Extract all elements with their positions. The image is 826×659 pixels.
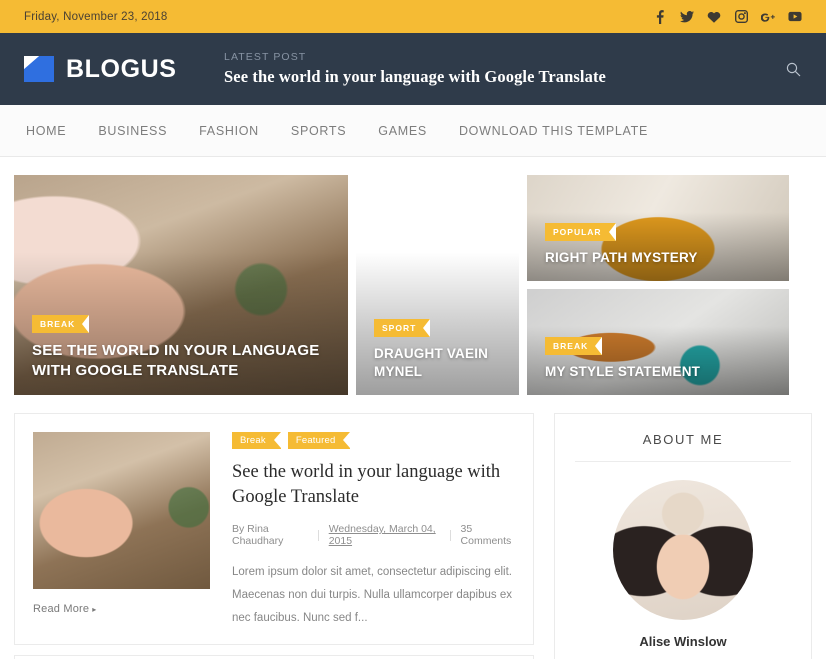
post-card-next — [14, 655, 534, 659]
featured-title-third[interactable]: RIGHT PATH MYSTERY — [545, 249, 771, 267]
social-links — [653, 9, 802, 24]
main-nav: HOME BUSINESS FASHION SPORTS GAMES DOWNL… — [0, 105, 826, 157]
post-thumb-column: Read More ▸ — [33, 432, 210, 630]
nav-item-home[interactable]: HOME — [26, 124, 66, 138]
latest-post-title[interactable]: See the world in your language with Goog… — [224, 67, 606, 87]
featured-card-primary[interactable]: BREAK SEE THE WORLD IN YOUR LANGUAGE WIT… — [14, 175, 348, 395]
featured-card-fourth[interactable]: BREAK MY STYLE STATEMENT — [527, 289, 789, 395]
post-title[interactable]: See the world in your language with Goog… — [232, 460, 515, 509]
latest-post-label: LATEST POST — [224, 51, 307, 63]
featured-tag-third[interactable]: POPULAR — [545, 222, 616, 241]
nav-item-fashion[interactable]: FASHION — [199, 124, 259, 138]
brand-name: BLOGUS — [66, 54, 177, 83]
site-header: BLOGUS LATEST POST See the world in your… — [0, 33, 826, 105]
post-content: Break Featured See the world in your lan… — [232, 432, 515, 630]
twitter-icon[interactable] — [680, 10, 694, 24]
featured-tag-fourth[interactable]: BREAK — [545, 336, 603, 355]
featured-title-fourth[interactable]: MY STYLE STATEMENT — [545, 363, 771, 381]
post-card: Read More ▸ Break Featured See the world … — [14, 413, 534, 646]
featured-body-secondary: SPORT DRAUGHT VAEIN MYNEL — [356, 318, 519, 395]
brand-logo[interactable]: BLOGUS — [24, 55, 196, 84]
nav-item-business[interactable]: BUSINESS — [98, 124, 167, 138]
post-label-break[interactable]: Break — [232, 432, 281, 449]
post-labels: Break Featured — [232, 432, 515, 449]
facebook-icon[interactable] — [653, 9, 667, 24]
latest-post-block: LATEST POST See the world in your langua… — [224, 51, 606, 87]
nav-item-sports[interactable]: SPORTS — [291, 124, 346, 138]
featured-tag-secondary[interactable]: SPORT — [374, 318, 431, 337]
featured-slider: BREAK SEE THE WORLD IN YOUR LANGUAGE WIT… — [0, 157, 826, 395]
author-name: Alise Winslow — [639, 634, 727, 649]
about-me-widget: ABOUT ME Alise Winslow — [554, 413, 812, 659]
sidebar: ABOUT ME Alise Winslow — [554, 413, 812, 659]
featured-body-primary: BREAK SEE THE WORLD IN YOUR LANGUAGE WIT… — [14, 314, 348, 396]
google-plus-icon[interactable] — [761, 10, 775, 24]
instagram-icon[interactable] — [734, 10, 748, 24]
featured-column: POPULAR RIGHT PATH MYSTERY BREAK MY STYL… — [527, 175, 789, 395]
current-date: Friday, November 23, 2018 — [24, 10, 168, 23]
post-label-featured[interactable]: Featured — [287, 432, 351, 449]
read-more-label: Read More — [33, 603, 90, 615]
post-thumbnail[interactable] — [33, 432, 210, 589]
post-comment-count[interactable]: 35 Comments — [461, 523, 515, 547]
content-wrapper: Read More ▸ Break Featured See the world … — [0, 395, 826, 659]
read-more-arrow-icon: ▸ — [92, 605, 97, 614]
post-excerpt: Lorem ipsum dolor sit amet, consectetur … — [232, 566, 512, 625]
top-bar: Friday, November 23, 2018 — [0, 0, 826, 33]
post-date[interactable]: Wednesday, March 04, 2015 — [329, 523, 440, 547]
featured-card-third[interactable]: POPULAR RIGHT PATH MYSTERY — [527, 175, 789, 281]
about-me-title: ABOUT ME — [575, 432, 791, 462]
meta-divider — [317, 529, 319, 541]
nav-item-download-template[interactable]: DOWNLOAD THIS TEMPLATE — [459, 124, 648, 138]
heart-icon[interactable] — [707, 10, 721, 24]
featured-title-secondary[interactable]: DRAUGHT VAEIN MYNEL — [374, 345, 501, 381]
featured-tag-primary[interactable]: BREAK — [32, 314, 90, 333]
youtube-icon[interactable] — [788, 10, 802, 24]
main-column: Read More ▸ Break Featured See the world … — [14, 413, 534, 659]
read-more-link[interactable]: Read More ▸ — [33, 603, 210, 615]
featured-title-primary[interactable]: SEE THE WORLD IN YOUR LANGUAGE WITH GOOG… — [32, 341, 330, 382]
post-author: By Rina Chaudhary — [232, 523, 284, 548]
post-meta: By Rina Chaudhary Wednesday, March 04, 2… — [232, 523, 515, 547]
featured-body-fourth: BREAK MY STYLE STATEMENT — [527, 336, 789, 395]
logo-flag-icon — [24, 56, 54, 82]
featured-body-third: POPULAR RIGHT PATH MYSTERY — [527, 222, 789, 281]
featured-card-secondary[interactable]: SPORT DRAUGHT VAEIN MYNEL — [356, 175, 519, 395]
avatar — [613, 480, 753, 620]
meta-divider — [449, 529, 451, 541]
nav-item-games[interactable]: GAMES — [378, 124, 427, 138]
search-icon[interactable] — [780, 56, 806, 82]
